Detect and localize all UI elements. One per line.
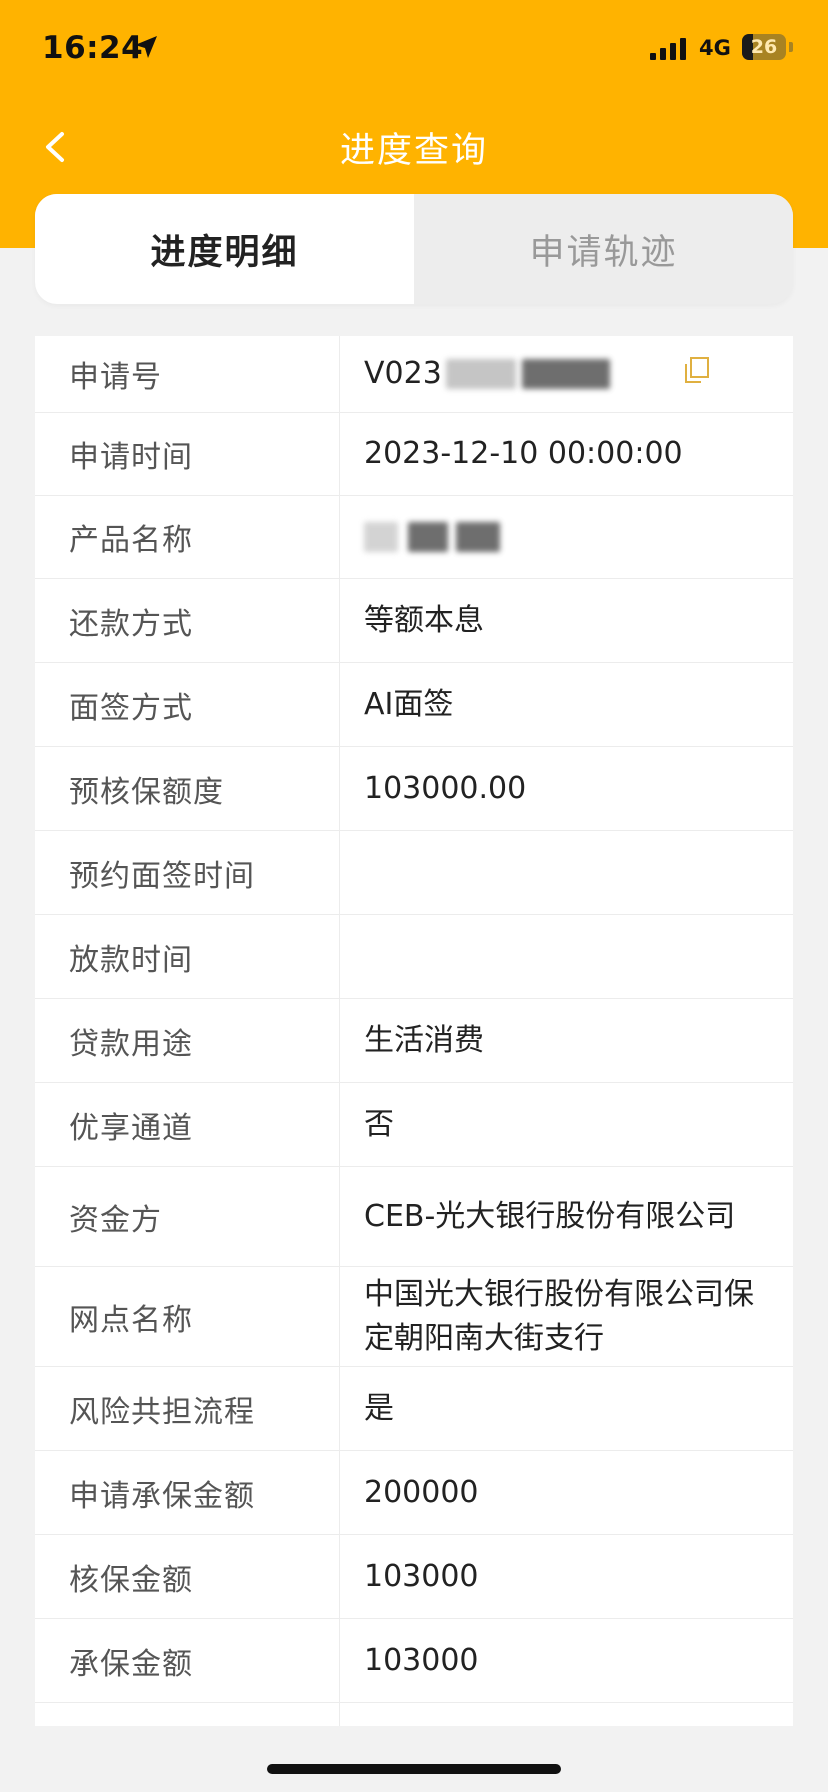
battery-icon: 26 bbox=[742, 34, 786, 60]
row-value: 生活消费 bbox=[364, 1022, 484, 1058]
row-label: 优享通道 bbox=[35, 1083, 340, 1166]
battery-level: 26 bbox=[750, 36, 778, 58]
tab-bar: 进度明细 申请轨迹 bbox=[35, 194, 793, 304]
home-indicator[interactable] bbox=[267, 1764, 561, 1774]
row-value: 是 bbox=[364, 1390, 394, 1426]
row-value: CEB-光大银行股份有限公司 bbox=[364, 1198, 736, 1234]
row-value: 103000.00 bbox=[364, 770, 527, 806]
table-row: 申请号 V023 bbox=[35, 336, 793, 413]
table-row: 风险共担流程 是 bbox=[35, 1367, 793, 1451]
battery-cap bbox=[789, 42, 793, 52]
row-value: 103000 bbox=[364, 1642, 479, 1678]
location-arrow-icon bbox=[135, 36, 157, 58]
row-value: 2023-12-10 00:00:00 bbox=[364, 436, 683, 471]
row-label: 贷款用途 bbox=[35, 999, 340, 1082]
row-label: 风险共担流程 bbox=[35, 1367, 340, 1450]
row-label: 网点名称 bbox=[35, 1267, 340, 1366]
row-value: 等额本息 bbox=[364, 602, 484, 638]
row-label: 面签方式 bbox=[35, 663, 340, 746]
application-number: V023 bbox=[364, 356, 442, 391]
row-value bbox=[340, 831, 793, 914]
table-row: 贷款用途 生活消费 bbox=[35, 999, 793, 1083]
table-row: 申请时间 2023-12-10 00:00:00 bbox=[35, 413, 793, 496]
table-row: 放款时间 bbox=[35, 915, 793, 999]
row-value bbox=[340, 496, 793, 578]
row-label: 承保金额 bbox=[35, 1619, 340, 1702]
row-label: 放款时间 bbox=[35, 915, 340, 998]
table-row: 资金方 CEB-光大银行股份有限公司 bbox=[35, 1167, 793, 1267]
tab-application-track[interactable]: 申请轨迹 bbox=[414, 194, 793, 304]
redacted-mask bbox=[408, 522, 448, 552]
row-value bbox=[340, 1703, 793, 1726]
table-row: 网点名称 中国光大银行股份有限公司保定朝阳南大街支行 bbox=[35, 1267, 793, 1367]
redacted-mask bbox=[364, 522, 398, 552]
row-value: V023 bbox=[340, 336, 793, 412]
table-row: 优享通道 否 bbox=[35, 1083, 793, 1167]
redacted-mask bbox=[456, 522, 500, 552]
tab-progress-detail[interactable]: 进度明细 bbox=[35, 194, 414, 304]
table-row: 预约面签时间 bbox=[35, 831, 793, 915]
row-value: 中国光大银行股份有限公司保定朝阳南大街支行 bbox=[364, 1276, 754, 1356]
redacted-mask bbox=[445, 359, 516, 389]
table-row: 面签方式 AI面签 bbox=[35, 663, 793, 747]
row-label bbox=[35, 1703, 340, 1726]
table-row: 产品名称 bbox=[35, 496, 793, 579]
row-label: 资金方 bbox=[35, 1167, 340, 1266]
row-value: 否 bbox=[364, 1106, 394, 1142]
copy-icon[interactable] bbox=[683, 356, 711, 384]
row-label: 核保金额 bbox=[35, 1535, 340, 1618]
table-row: 承保金额 103000 bbox=[35, 1619, 793, 1703]
status-bar: 16:24 4G 26 bbox=[0, 0, 828, 100]
redacted-mask bbox=[521, 359, 610, 389]
row-label: 预约面签时间 bbox=[35, 831, 340, 914]
row-value: 103000 bbox=[364, 1558, 479, 1594]
table-row: 预核保额度 103000.00 bbox=[35, 747, 793, 831]
network-type: 4G bbox=[699, 36, 731, 60]
status-time: 16:24 bbox=[42, 30, 144, 66]
row-value: 200000 bbox=[364, 1474, 479, 1510]
detail-table: 申请号 V023 申请时间 2023-12-10 00:00:00 产品名称 还… bbox=[35, 336, 793, 1726]
row-label: 还款方式 bbox=[35, 579, 340, 662]
table-row bbox=[35, 1703, 793, 1726]
page-title: 进度查询 bbox=[339, 131, 488, 171]
row-value bbox=[340, 915, 793, 998]
table-row: 核保金额 103000 bbox=[35, 1535, 793, 1619]
cellular-signal-icon bbox=[650, 38, 686, 60]
row-label: 申请号 bbox=[35, 336, 340, 412]
table-row: 申请承保金额 200000 bbox=[35, 1451, 793, 1535]
row-label: 预核保额度 bbox=[35, 747, 340, 830]
row-label: 产品名称 bbox=[35, 496, 340, 578]
row-value: AI面签 bbox=[364, 686, 454, 722]
row-label: 申请承保金额 bbox=[35, 1451, 340, 1534]
table-row: 还款方式 等额本息 bbox=[35, 579, 793, 663]
row-label: 申请时间 bbox=[35, 413, 340, 495]
